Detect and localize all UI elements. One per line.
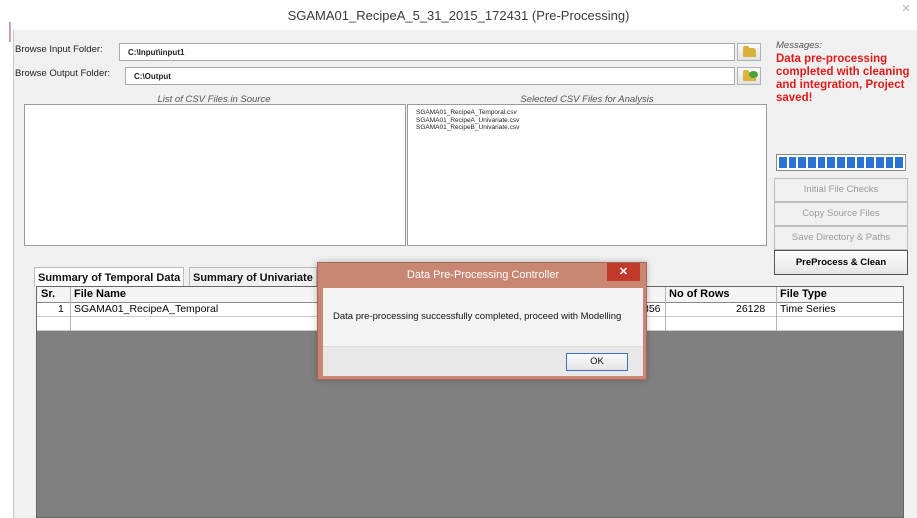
tab-temporal-summary[interactable]: Summary of Temporal Data bbox=[34, 267, 185, 287]
column-header-sr[interactable]: Sr. bbox=[41, 288, 55, 300]
dialog-title: Data Pre-Processing Controller bbox=[406, 269, 560, 281]
cell-sr: 1 bbox=[58, 303, 64, 315]
progress-block bbox=[808, 157, 816, 168]
tab-univariate-summary[interactable]: Summary of Univariate bbox=[189, 267, 317, 287]
preprocessing-dialog: Data Pre-Processing Controller ✕ Data pr… bbox=[317, 262, 647, 380]
source-csv-list[interactable] bbox=[24, 104, 406, 246]
progress-block bbox=[895, 157, 903, 168]
dialog-close-button[interactable]: ✕ bbox=[607, 263, 640, 281]
progress-bar bbox=[776, 154, 906, 171]
cell-file-name: SGAMA01_RecipeA_Temporal bbox=[74, 303, 219, 315]
column-header-no-of-rows[interactable]: No of Rows bbox=[669, 288, 730, 300]
progress-block bbox=[827, 157, 836, 168]
save-directory-paths-button[interactable]: Save Directory & Paths bbox=[774, 226, 908, 250]
selected-csv-list[interactable]: SGAMA01_RecipeA_Temporal.csv SGAMA01_Rec… bbox=[407, 104, 767, 246]
cell-no-of-rows: 26128 bbox=[736, 303, 766, 315]
column-divider bbox=[70, 287, 71, 331]
input-folder-label: Browse Input Folder: bbox=[15, 44, 103, 55]
progress-block bbox=[866, 157, 874, 168]
output-folder-field[interactable]: C:\Output bbox=[125, 67, 735, 85]
output-folder-label: Browse Output Folder: bbox=[15, 68, 111, 79]
initial-file-checks-button[interactable]: Initial File Checks bbox=[774, 178, 908, 202]
progress-block bbox=[798, 157, 807, 168]
progress-block bbox=[837, 157, 845, 168]
progress-block bbox=[856, 157, 865, 168]
column-divider bbox=[776, 287, 777, 331]
window-close-button[interactable]: ✕ bbox=[897, 2, 915, 18]
progress-block bbox=[846, 157, 855, 168]
window-title: SGAMA01_RecipeA_5_31_2015_172431 (Pre-Pr… bbox=[287, 8, 630, 23]
dialog-message: Data pre-processing successfully complet… bbox=[333, 311, 622, 322]
preprocess-clean-button[interactable]: PreProcess & Clean bbox=[774, 250, 908, 275]
progress-block bbox=[875, 157, 884, 168]
folder-icon bbox=[743, 48, 756, 57]
list-item[interactable]: SGAMA01_RecipeA_Univariate.csv bbox=[416, 117, 766, 125]
browse-output-button[interactable] bbox=[737, 67, 761, 85]
input-folder-field[interactable]: C:\Input\input1 bbox=[119, 43, 735, 61]
progress-block bbox=[788, 157, 797, 168]
status-message: Data pre-processing completed with clean… bbox=[776, 53, 910, 104]
copy-source-files-button[interactable]: Copy Source Files bbox=[774, 202, 908, 226]
open-arrow-icon bbox=[749, 71, 758, 78]
window-accent-line bbox=[9, 22, 11, 42]
messages-header: Messages: bbox=[776, 40, 822, 51]
dialog-footer: OK bbox=[323, 346, 643, 376]
cell-file-type: Time Series bbox=[780, 303, 836, 315]
progress-block bbox=[779, 157, 787, 168]
ok-button[interactable]: OK bbox=[566, 353, 628, 371]
column-header-file-type[interactable]: File Type bbox=[780, 288, 827, 300]
list-item[interactable]: SGAMA01_RecipeB_Univariate.csv bbox=[416, 124, 766, 132]
column-divider bbox=[665, 287, 666, 331]
dialog-body: Data pre-processing successfully complet… bbox=[323, 288, 643, 376]
progress-block bbox=[817, 157, 826, 168]
browse-input-button[interactable] bbox=[737, 43, 761, 61]
progress-block bbox=[885, 157, 894, 168]
list-item[interactable]: SGAMA01_RecipeA_Temporal.csv bbox=[416, 109, 766, 117]
column-header-file-name[interactable]: File Name bbox=[74, 288, 126, 300]
